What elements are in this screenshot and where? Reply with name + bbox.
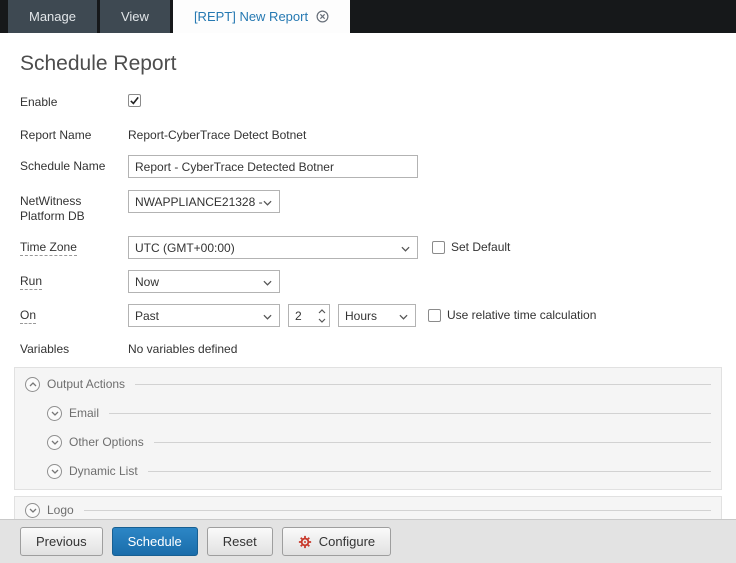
run-value: Now bbox=[135, 275, 159, 289]
footer-bar: Previous Schedule Reset bbox=[0, 519, 736, 563]
tab-bar: Manage View [REPT] New Report bbox=[0, 0, 736, 33]
configure-button[interactable]: Configure bbox=[282, 527, 391, 556]
schedule-button[interactable]: Schedule bbox=[112, 527, 198, 556]
divider-line bbox=[148, 471, 711, 472]
time-zone-value: UTC (GMT+00:00) bbox=[135, 241, 235, 255]
divider-line bbox=[109, 413, 711, 414]
time-zone-label: Time Zone bbox=[20, 236, 128, 255]
dynamic-list-section-label: Dynamic List bbox=[69, 464, 138, 478]
tab-new-report[interactable]: [REPT] New Report bbox=[173, 0, 350, 33]
spinner-buttons bbox=[314, 305, 329, 326]
report-name-value: Report-CyberTrace Detect Botnet bbox=[128, 124, 306, 143]
relative-time-group[interactable]: Use relative time calculation bbox=[428, 304, 596, 322]
tab-manage-label: Manage bbox=[29, 9, 76, 24]
divider-line bbox=[135, 384, 711, 385]
reset-button-label: Reset bbox=[223, 534, 257, 549]
tab-manage[interactable]: Manage bbox=[8, 0, 97, 33]
netwitness-db-label: NetWitness Platform DB bbox=[20, 190, 128, 224]
netwitness-db-select[interactable]: NWAPPLIANCE21328 - bbox=[128, 190, 280, 213]
on-range-value: Past bbox=[135, 309, 159, 323]
time-zone-row: Time Zone UTC (GMT+00:00) Set Default bbox=[0, 236, 736, 259]
relative-time-label: Use relative time calculation bbox=[447, 308, 596, 322]
schedule-button-label: Schedule bbox=[128, 534, 182, 549]
divider-line bbox=[154, 442, 711, 443]
output-actions-header[interactable]: Output Actions bbox=[25, 376, 711, 392]
chevron-down-icon bbox=[401, 241, 410, 255]
page-title: Schedule Report bbox=[0, 33, 736, 91]
run-select[interactable]: Now bbox=[128, 270, 280, 293]
email-section-header[interactable]: Email bbox=[47, 405, 711, 421]
time-zone-select[interactable]: UTC (GMT+00:00) bbox=[128, 236, 418, 259]
on-count-spinner[interactable]: 2 bbox=[288, 304, 330, 327]
previous-button-label: Previous bbox=[36, 534, 87, 549]
configure-button-label: Configure bbox=[319, 534, 375, 549]
logo-section-label: Logo bbox=[47, 503, 74, 517]
chevron-down-icon bbox=[263, 195, 272, 209]
expand-chevron-down-icon[interactable] bbox=[47, 435, 62, 450]
output-actions-label: Output Actions bbox=[47, 377, 125, 391]
gear-icon bbox=[298, 535, 312, 549]
report-name-row: Report Name Report-CyberTrace Detect Bot… bbox=[0, 124, 736, 143]
tab-view[interactable]: View bbox=[100, 0, 170, 33]
checkmark-icon bbox=[129, 95, 140, 106]
other-options-section-label: Other Options bbox=[69, 435, 144, 449]
other-options-section-header[interactable]: Other Options bbox=[47, 434, 711, 450]
enable-row: Enable bbox=[0, 91, 736, 110]
on-unit-select[interactable]: Hours bbox=[338, 304, 416, 327]
set-default-checkbox[interactable] bbox=[432, 241, 445, 254]
variables-label: Variables bbox=[20, 338, 128, 357]
expand-chevron-down-icon[interactable] bbox=[25, 503, 40, 518]
variables-row: Variables No variables defined bbox=[0, 338, 736, 357]
netwitness-db-value: NWAPPLIANCE21328 - bbox=[135, 195, 263, 209]
on-row: On Past 2 Hours bbox=[0, 304, 736, 327]
schedule-name-input[interactable] bbox=[128, 155, 418, 178]
close-tab-icon[interactable] bbox=[316, 10, 329, 23]
enable-label: Enable bbox=[20, 91, 128, 110]
email-section-label: Email bbox=[69, 406, 99, 420]
tab-view-label: View bbox=[121, 9, 149, 24]
expand-chevron-down-icon[interactable] bbox=[47, 406, 62, 421]
schedule-report-window: Manage View [REPT] New Report Schedule R… bbox=[0, 0, 736, 563]
output-actions-panel: Output Actions Email Other Options Dynam… bbox=[14, 367, 722, 490]
variables-value: No variables defined bbox=[128, 338, 237, 357]
tab-new-report-label: [REPT] New Report bbox=[194, 9, 308, 24]
run-label: Run bbox=[20, 270, 128, 289]
collapse-chevron-up-icon[interactable] bbox=[25, 377, 40, 392]
dynamic-list-section-header[interactable]: Dynamic List bbox=[47, 463, 711, 479]
netwitness-db-row: NetWitness Platform DB NWAPPLIANCE21328 … bbox=[0, 190, 736, 224]
enable-checkbox[interactable] bbox=[128, 94, 141, 107]
on-range-select[interactable]: Past bbox=[128, 304, 280, 327]
chevron-down-icon bbox=[399, 309, 408, 323]
set-default-label: Set Default bbox=[451, 240, 510, 254]
on-unit-value: Hours bbox=[345, 309, 377, 323]
on-label: On bbox=[20, 304, 128, 323]
chevron-down-icon bbox=[263, 275, 272, 289]
previous-button[interactable]: Previous bbox=[20, 527, 103, 556]
spinner-up-button[interactable] bbox=[314, 307, 329, 316]
relative-time-checkbox[interactable] bbox=[428, 309, 441, 322]
run-row: Run Now bbox=[0, 270, 736, 293]
on-count-value: 2 bbox=[289, 309, 314, 323]
chevron-down-icon bbox=[263, 309, 272, 323]
report-name-label: Report Name bbox=[20, 124, 128, 143]
divider-line bbox=[84, 510, 711, 511]
set-default-group[interactable]: Set Default bbox=[432, 236, 510, 254]
reset-button[interactable]: Reset bbox=[207, 527, 273, 556]
schedule-name-row: Schedule Name bbox=[0, 155, 736, 178]
logo-section-header[interactable]: Logo bbox=[25, 502, 711, 518]
spinner-down-button[interactable] bbox=[314, 316, 329, 325]
expand-chevron-down-icon[interactable] bbox=[47, 464, 62, 479]
schedule-name-label: Schedule Name bbox=[20, 155, 128, 174]
